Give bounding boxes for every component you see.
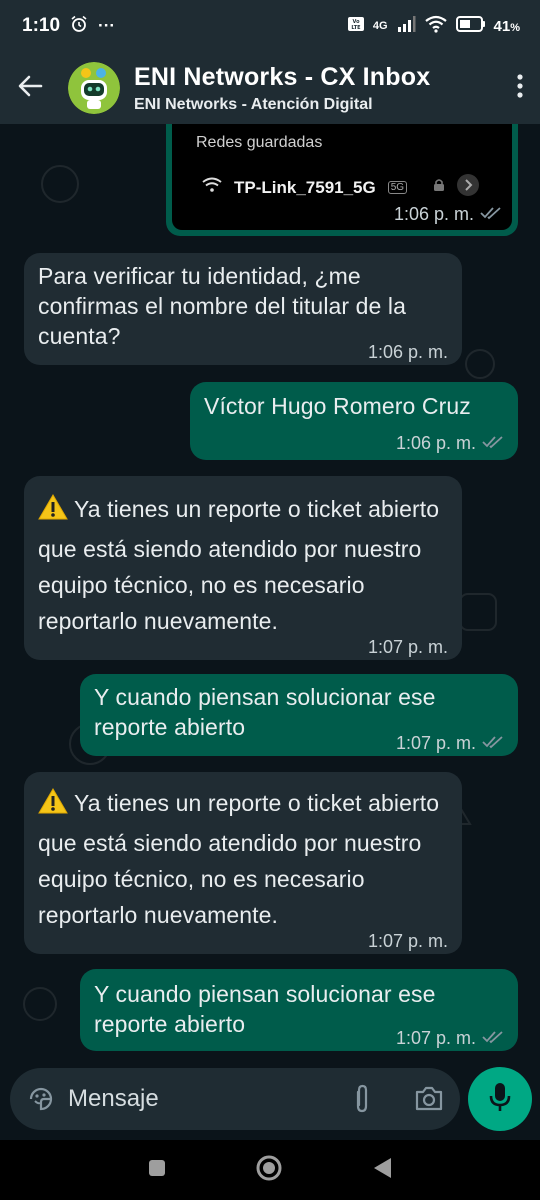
message-incoming[interactable]: Ya tienes un reporte o ticket abierto qu…: [24, 476, 462, 660]
message-meta: 1:07 p. m.: [396, 728, 504, 758]
message-input-container[interactable]: Mensaje: [10, 1068, 460, 1130]
contact-subtitle: ENI Networks - Atención Digital: [134, 95, 373, 113]
status-time: 1:10: [22, 15, 61, 36]
message-text: Ya tienes un reporte o ticket abierto qu…: [38, 790, 440, 928]
wifi-status-icon: [424, 15, 448, 37]
contact-avatar[interactable]: [68, 62, 120, 114]
message-text-wrapper: Ya tienes un reporte o ticket abierto qu…: [38, 785, 458, 933]
message-incoming[interactable]: Ya tienes un reporte o ticket abierto qu…: [24, 772, 462, 954]
double-check-icon: [482, 428, 504, 458]
svg-text:LTE: LTE: [351, 25, 361, 31]
message-outgoing[interactable]: Y cuando piensan solucionar ese reporte …: [80, 969, 518, 1051]
message-meta: 1:07 p. m.: [368, 632, 448, 662]
network-type-label: 4G: [372, 19, 388, 32]
warning-icon: [38, 493, 68, 531]
attach-icon[interactable]: [350, 1084, 374, 1119]
message-text: Ya tienes un reporte o ticket abierto qu…: [38, 496, 440, 634]
message-time: 1:07 p. m.: [395, 733, 476, 753]
alarm-icon: [70, 15, 88, 38]
message-meta: 1:06 p. m.: [368, 337, 448, 367]
image-message-content: Redes guardadas TP-Link_7591_5G 5G 1:06 …: [172, 124, 512, 230]
message-meta: 1:06 p. m.: [396, 428, 504, 458]
sticker-icon[interactable]: [26, 1084, 56, 1114]
volte-icon: Vo LTE: [347, 16, 365, 36]
message-composer: Mensaje: [0, 1060, 540, 1140]
chat-header: ENI Networks - CX Inbox ENI Networks - A…: [0, 52, 540, 124]
double-check-icon: [480, 204, 502, 225]
message-outgoing[interactable]: Y cuando piensan solucionar ese reporte …: [80, 674, 518, 756]
lock-icon: [433, 178, 445, 197]
message-incoming[interactable]: Para verificar tu identidad, ¿me confirm…: [24, 253, 462, 365]
message-time: 1:07 p. m.: [367, 931, 448, 951]
warning-icon: [38, 787, 68, 825]
wifi-network-name: TP-Link_7591_5G: [234, 177, 376, 197]
battery-icon: [455, 16, 486, 36]
wifi-icon: [202, 177, 222, 198]
double-check-icon: [482, 728, 504, 758]
status-bar: 1:10 ··· Vo LTE 4G 41%: [0, 0, 540, 52]
home-button[interactable]: [255, 1154, 283, 1187]
contact-info[interactable]: ENI Networks - CX Inbox ENI Networks - A…: [134, 63, 430, 114]
band-badge: 5G: [387, 181, 408, 194]
message-time: 1:06 p. m.: [367, 342, 448, 362]
message-meta: 1:07 p. m.: [396, 1023, 504, 1053]
contact-name: ENI Networks - CX Inbox: [134, 62, 431, 91]
image-message[interactable]: Redes guardadas TP-Link_7591_5G 5G 1:06 …: [166, 124, 518, 236]
battery-value: 41: [493, 17, 511, 35]
message-time: 1:07 p. m.: [367, 637, 448, 657]
chevron-right-icon: [457, 174, 480, 201]
back-arrow-icon: [17, 74, 43, 103]
battery-level: 41%: [494, 18, 520, 35]
message-text: Víctor Hugo Romero Cruz: [204, 393, 471, 419]
more-notifications-icon: ···: [98, 16, 116, 35]
message-time: 1:06 p. m.: [395, 433, 476, 453]
more-options-button[interactable]: [500, 52, 540, 124]
wifi-network-row: TP-Link_7591_5G 5G: [202, 174, 480, 201]
mic-icon: [487, 1081, 513, 1118]
battery-unit: %: [510, 21, 520, 34]
message-meta: 1:06 p. m.: [394, 204, 502, 225]
message-input[interactable]: Mensaje: [68, 1085, 159, 1113]
message-outgoing[interactable]: Víctor Hugo Romero Cruz 1:06 p. m.: [190, 382, 518, 460]
message-meta: 1:07 p. m.: [368, 926, 448, 956]
more-vertical-icon: [516, 73, 524, 104]
camera-icon[interactable]: [414, 1084, 444, 1117]
double-check-icon: [482, 1023, 504, 1053]
voice-message-button[interactable]: [468, 1067, 532, 1131]
message-text-wrapper: Ya tienes un reporte o ticket abierto qu…: [38, 491, 458, 639]
message-time: 1:06 p. m.: [393, 204, 474, 224]
saved-networks-label: Redes guardadas: [196, 134, 323, 151]
signal-icon: [396, 15, 416, 37]
recents-button[interactable]: [147, 1158, 167, 1183]
system-navigation-bar: [0, 1140, 540, 1200]
message-time: 1:07 p. m.: [395, 1028, 476, 1048]
back-nav-button[interactable]: [371, 1156, 393, 1185]
network-type: 4G: [372, 19, 388, 32]
back-button[interactable]: [0, 52, 60, 124]
